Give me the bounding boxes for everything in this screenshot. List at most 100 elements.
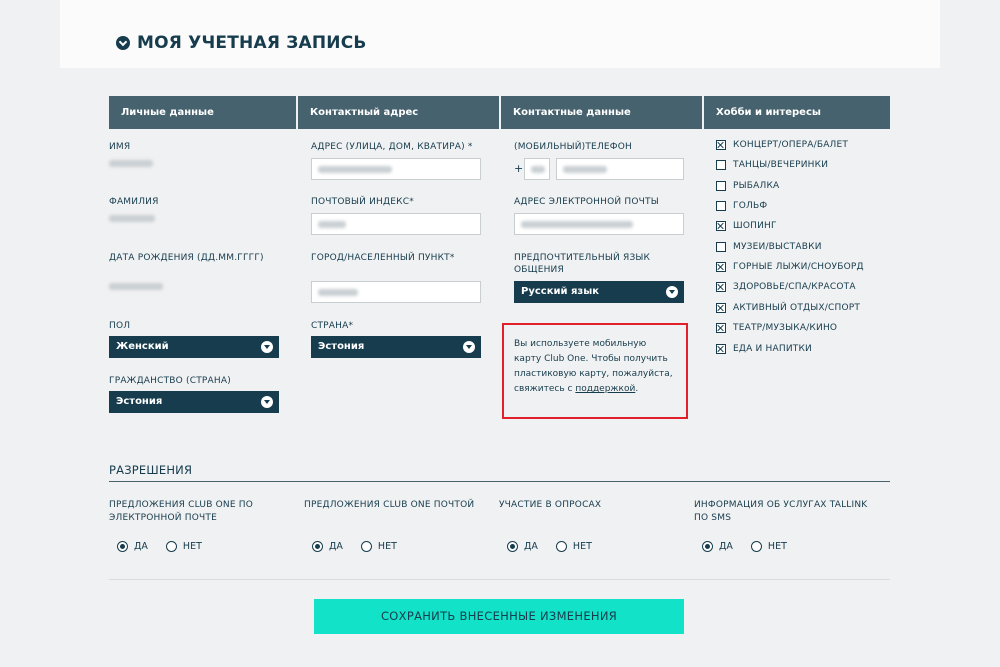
country-value: Эстония bbox=[318, 341, 365, 352]
radio-group-sms: ДА НЕТ bbox=[702, 541, 787, 552]
postal-code-label: ПОЧТОВЫЙ ИНДЕКС* bbox=[311, 197, 414, 207]
radio-no-label: НЕТ bbox=[182, 541, 202, 552]
email-value bbox=[521, 221, 633, 228]
page-title-text: МОЯ УЧЕТНАЯ ЗАПИСЬ bbox=[137, 33, 367, 53]
radio-no[interactable] bbox=[165, 541, 177, 552]
chevron-down-icon bbox=[261, 341, 273, 353]
chevron-down-icon bbox=[463, 341, 475, 353]
radio-no-label: НЕТ bbox=[572, 541, 592, 552]
checkbox-checked[interactable] bbox=[716, 282, 726, 292]
language-select[interactable]: Русский язык bbox=[514, 281, 684, 303]
city-value bbox=[318, 289, 358, 296]
street-label: АДРЕС (УЛИЦА, ДОМ, КВАТИРА) * bbox=[311, 142, 473, 152]
permission-label-surveys: УЧАСТИЕ В ОПРОСАХ bbox=[499, 500, 602, 510]
radio-no[interactable] bbox=[555, 541, 567, 552]
hobby-label: АКТИВНЫЙ ОТДЫХ/СПОРТ bbox=[733, 303, 861, 313]
hobby-item[interactable]: АКТИВНЫЙ ОТДЫХ/СПОРТ bbox=[716, 303, 860, 313]
hobby-label: ЕДА И НАПИТКИ bbox=[733, 344, 812, 354]
checkbox[interactable] bbox=[716, 201, 726, 211]
language-label: ПРЕДПОЧТИТЕЛЬНЫЙ ЯЗЫК ОБЩЕНИЯ bbox=[514, 253, 651, 275]
column-header-hobbies: Хобби и интересы bbox=[704, 96, 890, 129]
radio-yes[interactable] bbox=[312, 541, 323, 552]
checkbox[interactable] bbox=[716, 242, 726, 252]
city-label: ГОРОД/НАСЕЛЕННЫЙ ПУНКТ* bbox=[311, 253, 455, 263]
radio-no[interactable] bbox=[750, 541, 762, 552]
gender-select[interactable]: Женский bbox=[109, 336, 279, 358]
column-header-address: Контактный адрес bbox=[298, 96, 499, 129]
checkbox-checked[interactable] bbox=[716, 323, 726, 333]
radio-yes-label: ДА bbox=[524, 541, 538, 552]
hobby-item[interactable]: ШОПИНГ bbox=[716, 221, 777, 231]
radio-yes[interactable] bbox=[117, 541, 128, 552]
phone-number-value bbox=[563, 166, 607, 173]
hobby-item[interactable]: ГОЛЬФ bbox=[716, 201, 767, 211]
support-link[interactable]: поддержкой bbox=[575, 384, 635, 394]
permissions-divider bbox=[109, 481, 890, 482]
hobby-item[interactable]: ЕДА И НАПИТКИ bbox=[716, 344, 812, 354]
hobby-item[interactable]: РЫБАЛКА bbox=[716, 181, 779, 191]
hobby-label: РЫБАЛКА bbox=[733, 181, 780, 191]
radio-group-post: ДА НЕТ bbox=[312, 541, 397, 552]
checkbox-checked[interactable] bbox=[716, 344, 726, 354]
column-header-contact: Контактные данные bbox=[501, 96, 702, 129]
hobby-label: КОНЦЕРТ/ОПЕРА/БАЛЕТ bbox=[733, 140, 849, 150]
permission-label-post: ПРЕДЛОЖЕНИЯ CLUB ONE ПОЧТОЙ bbox=[304, 500, 475, 510]
phone-code-value bbox=[531, 166, 545, 173]
checkbox-checked[interactable] bbox=[716, 221, 726, 231]
notice-end: . bbox=[635, 384, 639, 394]
hobby-label: ШОПИНГ bbox=[733, 221, 777, 231]
hobby-label: ГОЛЬФ bbox=[733, 201, 768, 211]
checkbox[interactable] bbox=[716, 160, 726, 170]
divider bbox=[109, 579, 890, 580]
radio-no-label: НЕТ bbox=[767, 541, 787, 552]
hobby-label: ТЕАТР/МУЗЫКА/КИНО bbox=[733, 323, 838, 333]
radio-yes[interactable] bbox=[507, 541, 518, 552]
checkbox-checked[interactable] bbox=[716, 262, 726, 272]
radio-no[interactable] bbox=[360, 541, 372, 552]
radio-yes-label: ДА bbox=[329, 541, 343, 552]
city-input[interactable] bbox=[311, 281, 481, 303]
country-select[interactable]: Эстония bbox=[311, 336, 481, 358]
chevron-down-icon bbox=[666, 286, 678, 298]
hobby-item[interactable]: ТЕАТР/МУЗЫКА/КИНО bbox=[716, 323, 837, 333]
permission-label-sms: ИНФОРМАЦИЯ ОБ УСЛУГАХ TALLINK ПО SMS bbox=[694, 500, 868, 523]
chevron-down-icon[interactable] bbox=[116, 36, 130, 50]
gender-value: Женский bbox=[116, 341, 169, 352]
hobby-label: ТАНЦЫ/ВЕЧЕРИНКИ bbox=[733, 160, 829, 170]
hobby-item[interactable]: ГОРНЫЕ ЛЫЖИ/СНОУБОРД bbox=[716, 262, 864, 272]
last-name-value bbox=[109, 215, 155, 222]
postal-code-value bbox=[318, 221, 346, 228]
citizenship-select[interactable]: Эстония bbox=[109, 391, 279, 413]
checkbox[interactable] bbox=[716, 181, 726, 191]
column-header-personal: Личные данные bbox=[109, 96, 296, 129]
radio-yes[interactable] bbox=[702, 541, 713, 552]
page-title[interactable]: МОЯ УЧЕТНАЯ ЗАПИСЬ bbox=[116, 33, 367, 53]
chevron-down-icon bbox=[261, 396, 273, 408]
hobby-label: ЗДОРОВЬЕ/СПА/КРАСОТА bbox=[733, 282, 856, 292]
hobby-item[interactable]: КОНЦЕРТ/ОПЕРА/БАЛЕТ bbox=[716, 140, 848, 150]
hobby-label: ГОРНЫЕ ЛЫЖИ/СНОУБОРД bbox=[733, 262, 864, 272]
email-label: АДРЕС ЭЛЕКТРОННОЙ ПОЧТЫ bbox=[514, 197, 659, 207]
street-input[interactable] bbox=[311, 158, 481, 180]
language-value: Русский язык bbox=[521, 286, 600, 297]
phone-number-input[interactable] bbox=[556, 158, 684, 180]
phone-code-input[interactable] bbox=[524, 158, 550, 180]
citizenship-value: Эстония bbox=[116, 396, 163, 407]
phone-plus: + bbox=[514, 162, 524, 175]
checkbox-checked[interactable] bbox=[716, 140, 726, 150]
hobby-item[interactable]: ТАНЦЫ/ВЕЧЕРИНКИ bbox=[716, 160, 828, 170]
gender-label: ПОЛ bbox=[109, 321, 131, 331]
birth-date-value bbox=[109, 283, 163, 290]
phone-label: (МОБИЛЬНЫЙ)ТЕЛЕФОН bbox=[514, 142, 632, 152]
permissions-title: РАЗРЕШЕНИЯ bbox=[109, 463, 193, 477]
radio-yes-label: ДА bbox=[719, 541, 733, 552]
birth-date-label: ДАТА РОЖДЕНИЯ (ДД.ММ.ГГГГ) bbox=[109, 253, 264, 263]
radio-no-label: НЕТ bbox=[377, 541, 397, 552]
country-label: СТРАНА* bbox=[311, 321, 354, 331]
email-input[interactable] bbox=[514, 213, 684, 235]
hobby-item[interactable]: МУЗЕИ/ВЫСТАВКИ bbox=[716, 242, 822, 252]
hobby-item[interactable]: ЗДОРОВЬЕ/СПА/КРАСОТА bbox=[716, 282, 856, 292]
checkbox-checked[interactable] bbox=[716, 303, 726, 313]
postal-code-input[interactable] bbox=[311, 213, 481, 235]
save-changes-button[interactable]: СОХРАНИТЬ ВНЕСЕННЫЕ ИЗМЕНЕНИЯ bbox=[314, 599, 684, 634]
